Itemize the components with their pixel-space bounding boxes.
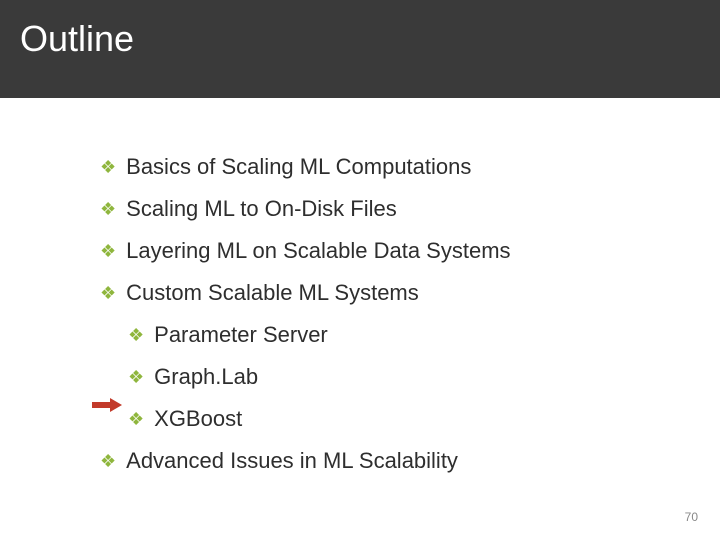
slide-header: Outline xyxy=(0,0,720,98)
diamond-bullet-icon: ❖ xyxy=(100,153,116,181)
diamond-bullet-icon: ❖ xyxy=(100,279,116,307)
outline-list: ❖ Basics of Scaling ML Computations ❖ Sc… xyxy=(0,98,720,475)
item-text: Advanced Issues in ML Scalability xyxy=(126,447,458,475)
diamond-bullet-icon: ❖ xyxy=(128,321,144,349)
list-item: ❖ Custom Scalable ML Systems xyxy=(100,279,720,307)
list-subitem-current: ❖ XGBoost xyxy=(128,405,720,433)
item-text: Parameter Server xyxy=(154,321,328,349)
diamond-bullet-icon: ❖ xyxy=(128,405,144,433)
diamond-bullet-icon: ❖ xyxy=(100,237,116,265)
item-text: Scaling ML to On-Disk Files xyxy=(126,195,397,223)
item-text: Graph.Lab xyxy=(154,363,258,391)
item-text: XGBoost xyxy=(154,405,242,433)
list-subitem: ❖ Parameter Server xyxy=(128,321,720,349)
slide-title: Outline xyxy=(20,18,720,60)
list-item: ❖ Basics of Scaling ML Computations xyxy=(100,153,720,181)
list-item: ❖ Advanced Issues in ML Scalability xyxy=(100,447,720,475)
page-number: 70 xyxy=(685,510,698,524)
item-text: Custom Scalable ML Systems xyxy=(126,279,419,307)
list-subitem: ❖ Graph.Lab xyxy=(128,363,720,391)
diamond-bullet-icon: ❖ xyxy=(100,447,116,475)
diamond-bullet-icon: ❖ xyxy=(100,195,116,223)
item-text: Basics of Scaling ML Computations xyxy=(126,153,471,181)
list-item: ❖ Layering ML on Scalable Data Systems xyxy=(100,237,720,265)
list-item: ❖ Scaling ML to On-Disk Files xyxy=(100,195,720,223)
pointer-arrow-icon xyxy=(92,398,122,412)
item-text: Layering ML on Scalable Data Systems xyxy=(126,237,510,265)
diamond-bullet-icon: ❖ xyxy=(128,363,144,391)
